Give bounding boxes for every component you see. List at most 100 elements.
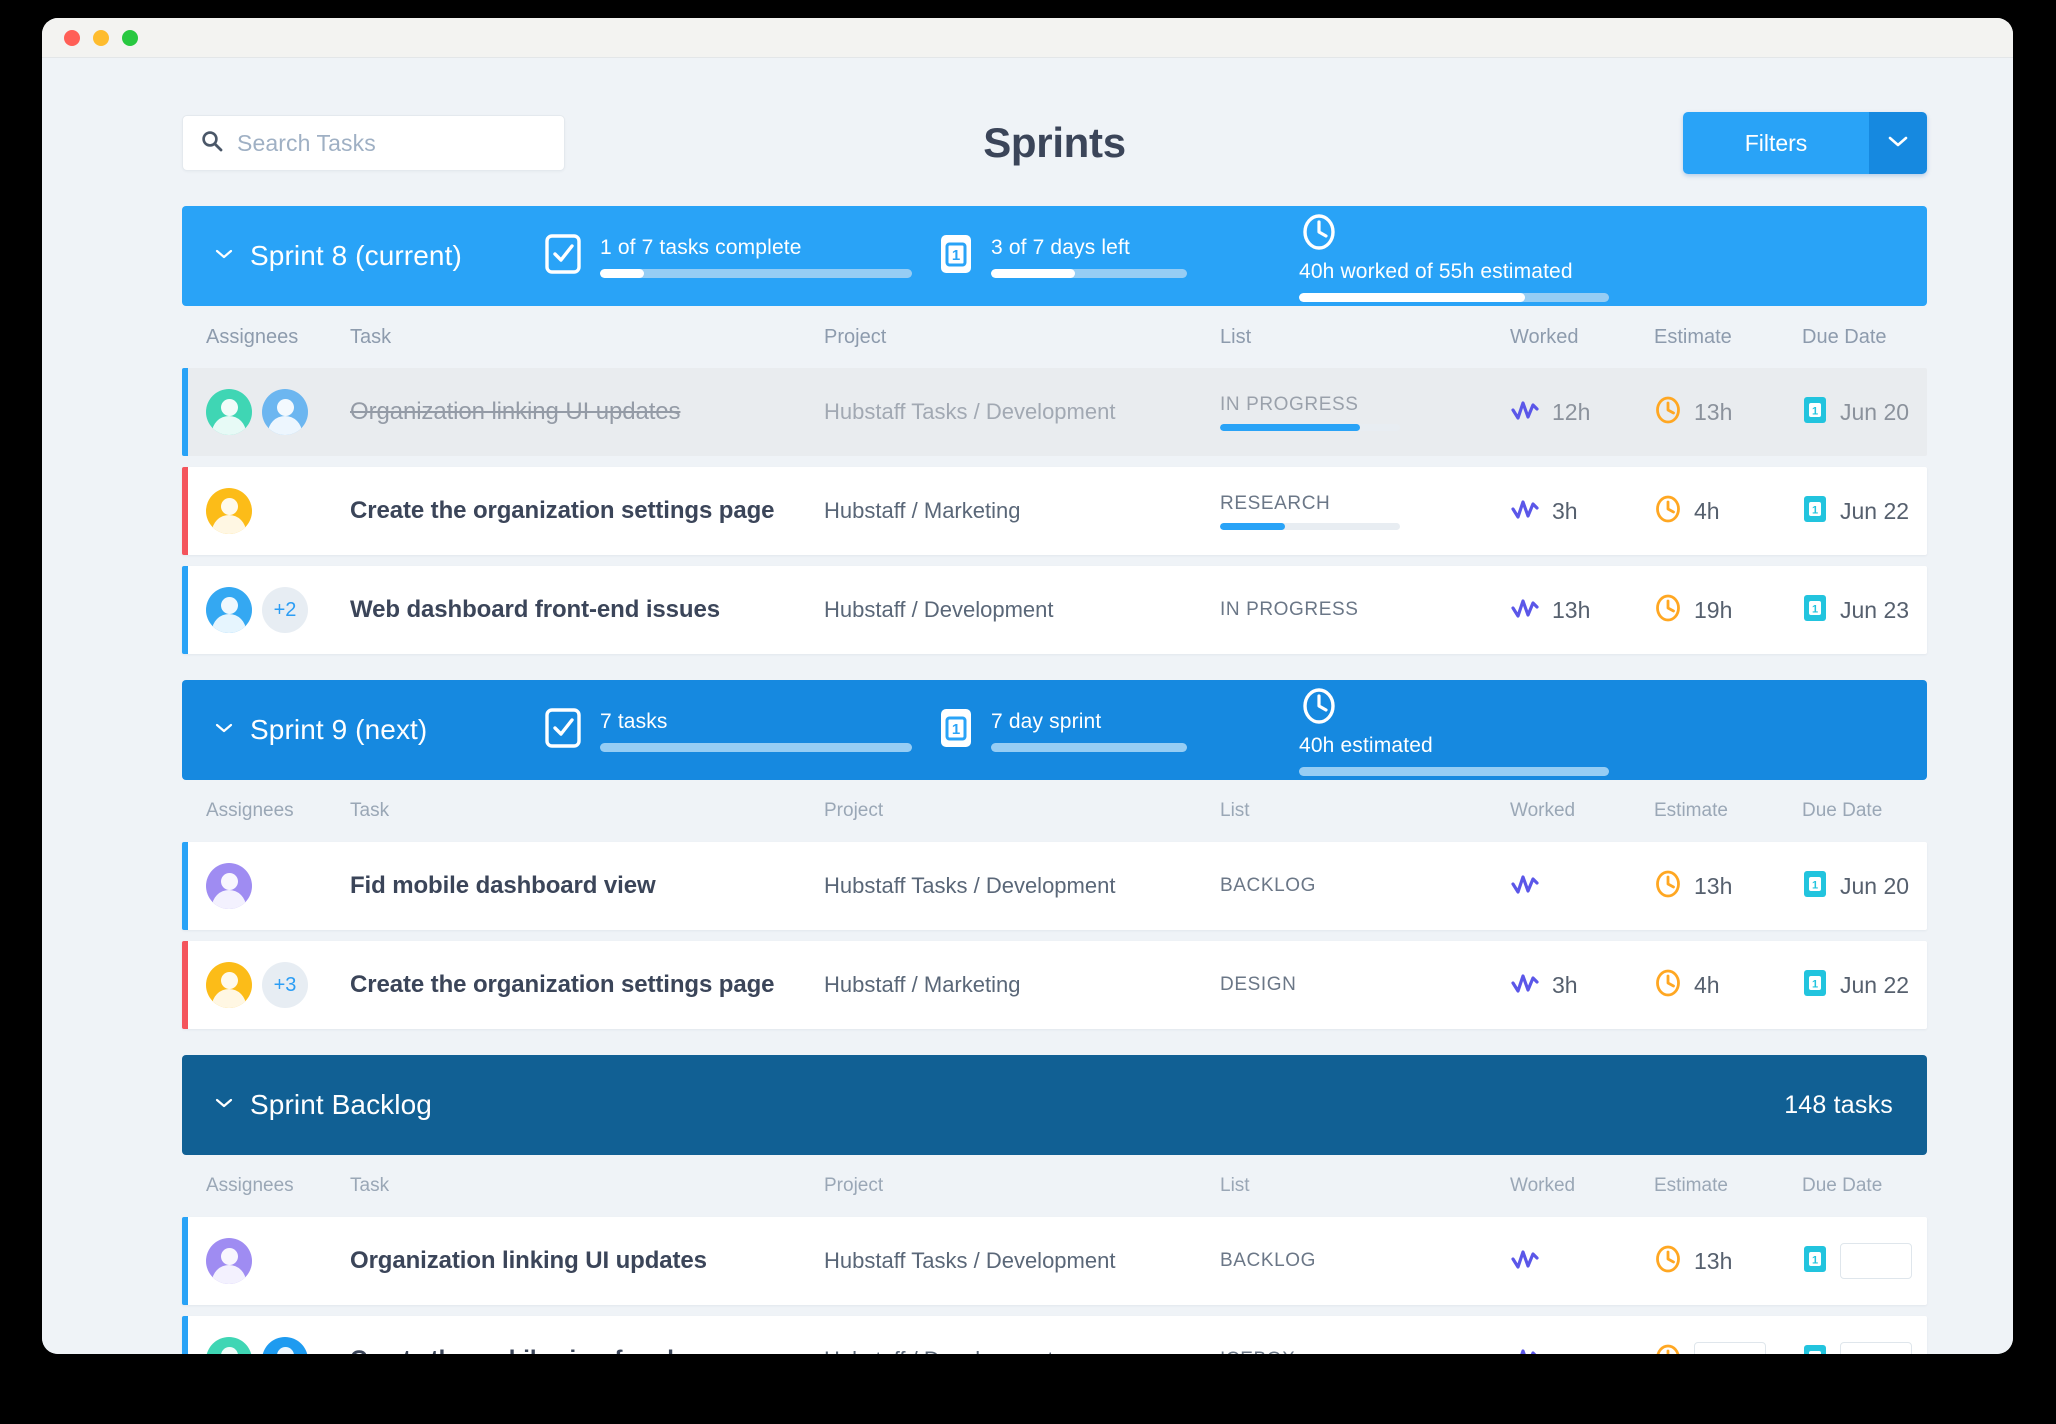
table-row[interactable]: Organization linking UI updates Hubstaff … bbox=[182, 368, 1927, 456]
row-due-date-cell[interactable]: 1 bbox=[1802, 1342, 1972, 1354]
row-estimate-cell[interactable]: 13h bbox=[1654, 1244, 1802, 1279]
column-header-project[interactable]: Project bbox=[824, 1175, 1220, 1197]
row-task-cell[interactable]: Organization linking UI updates bbox=[350, 1247, 824, 1275]
sprint-collapse-toggle[interactable]: Sprint 8 (current) bbox=[214, 240, 544, 272]
row-estimate-cell[interactable]: 4h bbox=[1654, 968, 1802, 1003]
column-header-project[interactable]: Project bbox=[824, 800, 1220, 822]
maximize-window-button[interactable] bbox=[122, 29, 138, 46]
column-header-due-date[interactable]: Due Date bbox=[1802, 800, 1972, 822]
row-project-cell[interactable]: Hubstaff Tasks / Development bbox=[824, 1248, 1220, 1274]
row-due-date-cell[interactable]: 1 bbox=[1802, 1243, 1972, 1279]
row-worked-cell[interactable] bbox=[1510, 1346, 1654, 1354]
table-row[interactable]: Create the organization settings page Hub… bbox=[182, 467, 1927, 555]
row-assignees[interactable] bbox=[206, 488, 350, 534]
row-worked-cell[interactable]: 3h bbox=[1510, 497, 1654, 526]
row-worked-cell[interactable]: 12h bbox=[1510, 398, 1654, 427]
row-assignees[interactable] bbox=[206, 389, 350, 435]
column-header-project[interactable]: Project bbox=[824, 326, 1220, 349]
row-project-cell[interactable]: Hubstaff / Development bbox=[824, 597, 1220, 623]
table-row[interactable]: Fid mobile dashboard view Hubstaff Tasks … bbox=[182, 842, 1927, 930]
row-task-cell[interactable]: Create the organization settings page bbox=[350, 971, 824, 999]
sprint-collapse-toggle[interactable]: Sprint Backlog bbox=[214, 1089, 544, 1121]
due-date-empty-input[interactable] bbox=[1840, 1243, 1912, 1279]
row-worked-cell[interactable]: 3h bbox=[1510, 971, 1654, 1000]
row-estimate-cell[interactable] bbox=[1654, 1342, 1802, 1354]
row-due-date-cell[interactable]: 1 Jun 23 bbox=[1802, 593, 1972, 628]
column-header-list[interactable]: List bbox=[1220, 800, 1510, 822]
filters-button[interactable]: Filters bbox=[1683, 112, 1869, 174]
row-project-cell[interactable]: Hubstaff / Marketing bbox=[824, 498, 1220, 524]
row-list-cell[interactable]: BACKLOG bbox=[1220, 875, 1510, 897]
column-header-due-date[interactable]: Due Date bbox=[1802, 326, 1972, 349]
avatar[interactable] bbox=[206, 863, 252, 909]
row-assignees[interactable]: +3 bbox=[206, 962, 350, 1008]
column-header-list[interactable]: List bbox=[1220, 1175, 1510, 1197]
row-list-cell[interactable]: IN PROGRESS bbox=[1220, 599, 1510, 621]
row-worked-cell[interactable] bbox=[1510, 872, 1654, 901]
due-date-empty-input[interactable] bbox=[1840, 1342, 1912, 1354]
row-list-cell[interactable]: DESIGN bbox=[1220, 974, 1510, 996]
row-assignees[interactable] bbox=[206, 1337, 350, 1354]
row-project-cell[interactable]: Hubstaff / Marketing bbox=[824, 972, 1220, 998]
filters-dropdown-toggle[interactable] bbox=[1869, 112, 1927, 174]
row-worked-cell[interactable] bbox=[1510, 1247, 1654, 1276]
row-estimate-cell[interactable]: 13h bbox=[1654, 395, 1802, 430]
avatar[interactable] bbox=[206, 1238, 252, 1284]
avatar[interactable] bbox=[262, 1337, 308, 1354]
sprint-collapse-toggle[interactable]: Sprint 9 (next) bbox=[214, 714, 544, 746]
column-header-assignees[interactable]: Assignees bbox=[206, 1175, 350, 1197]
avatar[interactable] bbox=[262, 389, 308, 435]
table-row[interactable]: Organization linking UI updates Hubstaff … bbox=[182, 1217, 1927, 1305]
row-task-cell[interactable]: Organization linking UI updates bbox=[350, 398, 824, 426]
row-assignees[interactable] bbox=[206, 1238, 350, 1284]
sprint-header-sprint-9[interactable]: Sprint 9 (next) 7 tasks 1 7 day sprint 40h e… bbox=[182, 680, 1927, 780]
table-row[interactable]: +2 Web dashboard front-end issues Hubstaff… bbox=[182, 566, 1927, 654]
table-row[interactable]: +3 Create the organization settings page H… bbox=[182, 941, 1927, 1029]
table-row[interactable]: Create the mobile view for phones Hubstaf… bbox=[182, 1316, 1927, 1354]
column-header-estimate[interactable]: Estimate bbox=[1654, 800, 1802, 822]
column-header-worked[interactable]: Worked bbox=[1510, 1175, 1654, 1197]
row-task-cell[interactable]: Create the mobile view for phones bbox=[350, 1346, 824, 1354]
row-task-cell[interactable]: Web dashboard front-end issues bbox=[350, 596, 824, 624]
row-due-date-cell[interactable]: 1 Jun 22 bbox=[1802, 494, 1972, 529]
column-header-assignees[interactable]: Assignees bbox=[206, 800, 350, 822]
column-header-worked[interactable]: Worked bbox=[1510, 326, 1654, 349]
row-due-date-cell[interactable]: 1 Jun 22 bbox=[1802, 968, 1972, 1003]
minimize-window-button[interactable] bbox=[93, 29, 109, 46]
row-task-cell[interactable]: Create the organization settings page bbox=[350, 497, 824, 525]
avatar-overflow-count[interactable]: +3 bbox=[262, 962, 308, 1008]
row-project-cell[interactable]: Hubstaff Tasks / Development bbox=[824, 873, 1220, 899]
column-header-worked[interactable]: Worked bbox=[1510, 800, 1654, 822]
row-list-cell[interactable]: IN PROGRESS bbox=[1220, 394, 1510, 431]
row-list-cell[interactable]: RESEARCH bbox=[1220, 493, 1510, 530]
column-header-task[interactable]: Task bbox=[350, 326, 824, 349]
row-due-date-cell[interactable]: 1 Jun 20 bbox=[1802, 395, 1972, 430]
column-header-estimate[interactable]: Estimate bbox=[1654, 326, 1802, 349]
row-assignees[interactable]: +2 bbox=[206, 587, 350, 633]
row-task-cell[interactable]: Fid mobile dashboard view bbox=[350, 872, 824, 900]
row-worked-cell[interactable]: 13h bbox=[1510, 596, 1654, 625]
row-estimate-cell[interactable]: 19h bbox=[1654, 593, 1802, 628]
row-list-cell[interactable]: BACKLOG bbox=[1220, 1250, 1510, 1272]
close-window-button[interactable] bbox=[64, 29, 80, 46]
row-project-cell[interactable]: Hubstaff Tasks / Development bbox=[824, 399, 1220, 425]
row-estimate-cell[interactable]: 4h bbox=[1654, 494, 1802, 529]
row-project-cell[interactable]: Hubstaff / Development bbox=[824, 1347, 1220, 1354]
sprint-header-sprint-backlog[interactable]: Sprint Backlog 148 tasks bbox=[182, 1055, 1927, 1155]
avatar[interactable] bbox=[206, 488, 252, 534]
column-header-due-date[interactable]: Due Date bbox=[1802, 1175, 1972, 1197]
row-list-cell[interactable]: ICEBOX bbox=[1220, 1349, 1510, 1354]
avatar-overflow-count[interactable]: +2 bbox=[262, 587, 308, 633]
sprint-header-sprint-8[interactable]: Sprint 8 (current) 1 of 7 tasks complete 1… bbox=[182, 206, 1927, 306]
column-header-assignees[interactable]: Assignees bbox=[206, 326, 350, 349]
row-estimate-cell[interactable]: 13h bbox=[1654, 869, 1802, 904]
search-input[interactable]: Search Tasks bbox=[182, 115, 565, 171]
column-header-task[interactable]: Task bbox=[350, 1175, 824, 1197]
avatar[interactable] bbox=[206, 587, 252, 633]
column-header-list[interactable]: List bbox=[1220, 326, 1510, 349]
row-due-date-cell[interactable]: 1 Jun 20 bbox=[1802, 869, 1972, 904]
row-assignees[interactable] bbox=[206, 863, 350, 909]
estimate-empty-input[interactable] bbox=[1694, 1342, 1766, 1354]
column-header-estimate[interactable]: Estimate bbox=[1654, 1175, 1802, 1197]
avatar[interactable] bbox=[206, 389, 252, 435]
